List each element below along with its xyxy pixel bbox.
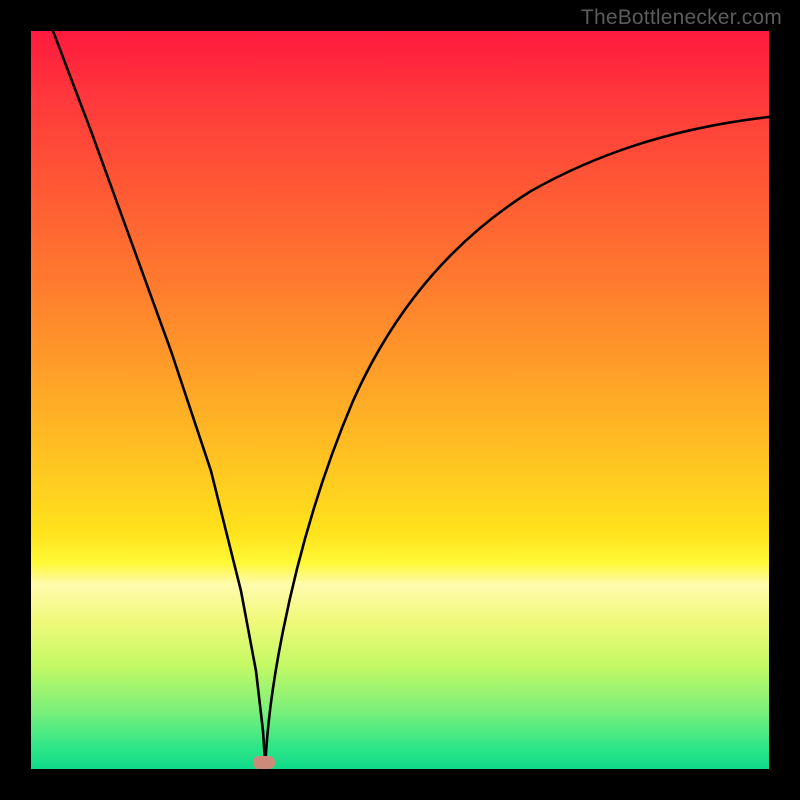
optimum-marker xyxy=(253,756,275,769)
chart-frame: TheBottlenecker.com xyxy=(0,0,800,800)
bottleneck-curve xyxy=(31,31,769,769)
attribution-text: TheBottlenecker.com xyxy=(581,6,782,30)
